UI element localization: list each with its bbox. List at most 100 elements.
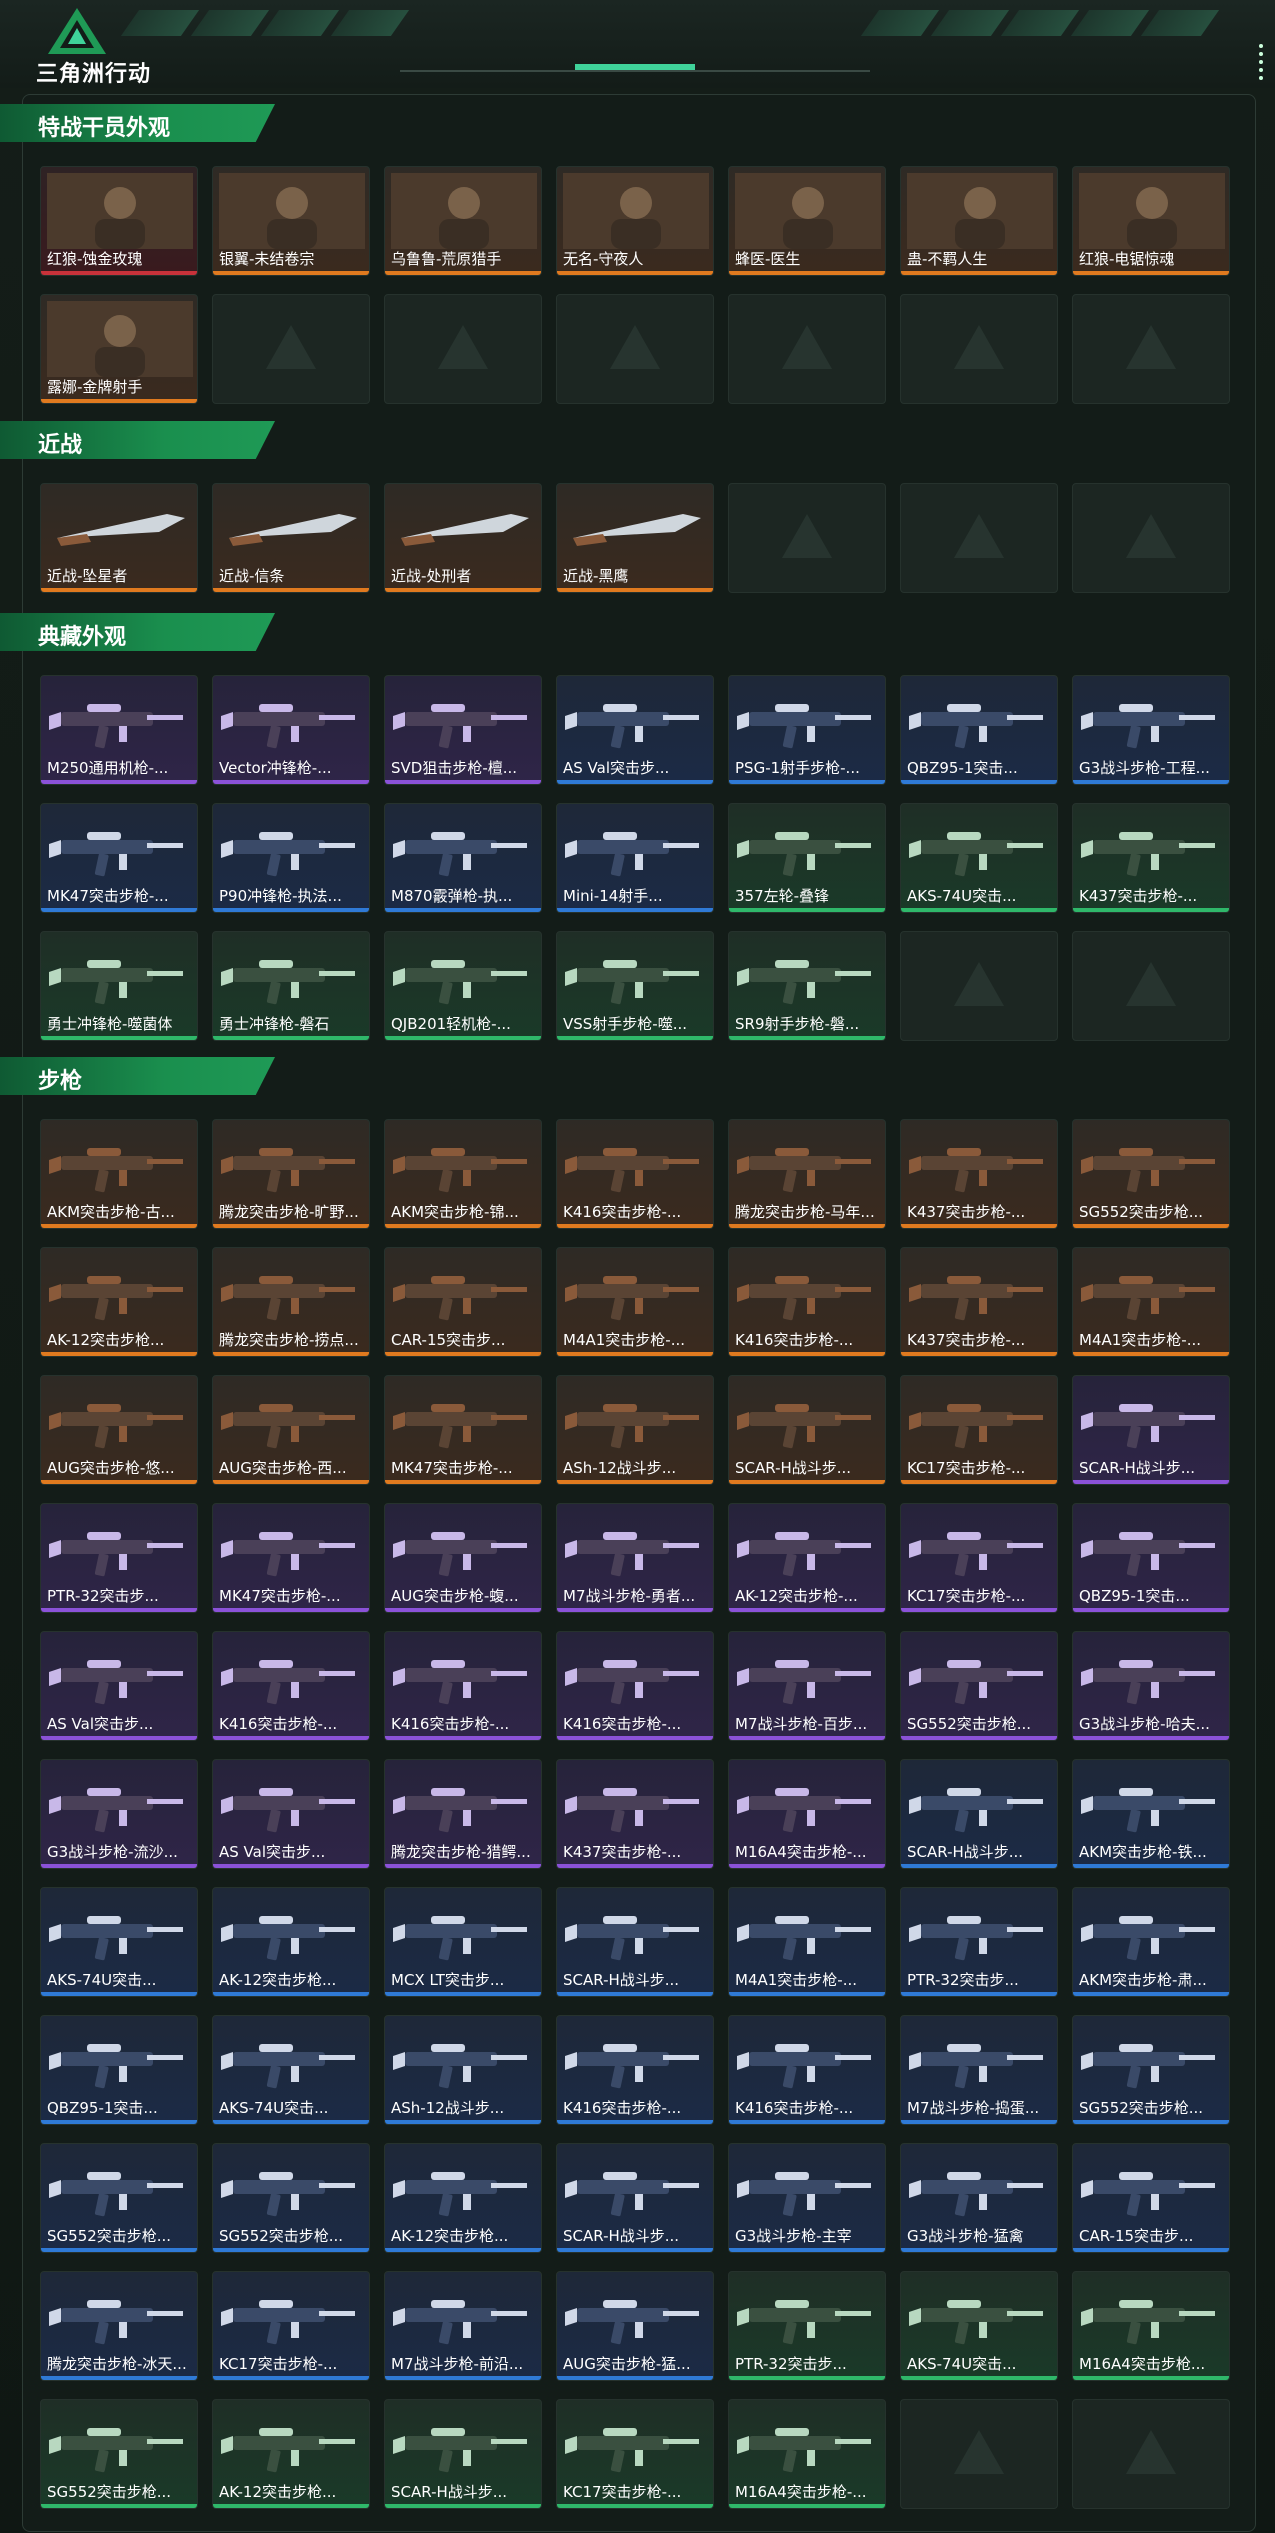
skin-card[interactable]: 勇士冲锋枪-磐石 [212, 931, 370, 1041]
skin-card[interactable]: AUG突击步枪-蝮... [384, 1503, 542, 1613]
skin-card[interactable]: K437突击步枪-... [900, 1119, 1058, 1229]
skin-card[interactable]: 近战-信条 [212, 483, 370, 593]
skin-card[interactable]: 腾龙突击步枪-冰天... [40, 2271, 198, 2381]
skin-card[interactable]: AUG突击步枪-猛... [556, 2271, 714, 2381]
skin-card[interactable]: AUG突击步枪-悠... [40, 1375, 198, 1485]
skin-card[interactable]: 蛊-不羁人生 [900, 166, 1058, 276]
skin-card[interactable]: 蜂医-医生 [728, 166, 886, 276]
skin-card[interactable]: SR9射手步枪-磐... [728, 931, 886, 1041]
skin-card[interactable]: G3战斗步枪-猛禽 [900, 2143, 1058, 2253]
skin-card[interactable]: 近战-坠星者 [40, 483, 198, 593]
skin-card[interactable]: G3战斗步枪-工程... [1072, 675, 1230, 785]
skin-card[interactable]: 无名-守夜人 [556, 166, 714, 276]
skin-card[interactable]: SG552突击步枪... [40, 2143, 198, 2253]
skin-card[interactable]: MK47突击步枪-... [384, 1375, 542, 1485]
skin-card[interactable]: MK47突击步枪-... [40, 803, 198, 913]
skin-card[interactable]: AS Val突击步... [40, 1631, 198, 1741]
skin-card[interactable]: M4A1突击步枪-... [728, 1887, 886, 1997]
skin-card[interactable]: AK-12突击步枪... [212, 1887, 370, 1997]
skin-card[interactable]: 近战-黑鹰 [556, 483, 714, 593]
skin-card[interactable]: 腾龙突击步枪-旷野... [212, 1119, 370, 1229]
skin-card[interactable]: Mini-14射手... [556, 803, 714, 913]
skin-card[interactable]: G3战斗步枪-哈夫... [1072, 1631, 1230, 1741]
skin-card[interactable]: SCAR-H战斗步... [1072, 1375, 1230, 1485]
skin-card[interactable]: MK47突击步枪-... [212, 1503, 370, 1613]
skin-card[interactable]: M4A1突击步枪-... [556, 1247, 714, 1357]
skin-card[interactable]: AKS-74U突击... [212, 2015, 370, 2125]
skin-card[interactable]: ASh-12战斗步... [556, 1375, 714, 1485]
skin-card[interactable]: AKS-74U突击... [40, 1887, 198, 1997]
skin-card[interactable]: KC17突击步枪-... [900, 1503, 1058, 1613]
skin-card[interactable]: AK-12突击步枪-... [728, 1503, 886, 1613]
skin-card[interactable]: AKM突击步枪-肃... [1072, 1887, 1230, 1997]
skin-card[interactable]: 乌鲁鲁-荒原猎手 [384, 166, 542, 276]
skin-card[interactable]: 近战-处刑者 [384, 483, 542, 593]
skin-card[interactable]: KC17突击步枪-... [556, 2399, 714, 2509]
skin-card[interactable]: K416突击步枪-... [728, 2015, 886, 2125]
skin-card[interactable]: 勇士冲锋枪-噬菌体 [40, 931, 198, 1041]
skin-card[interactable]: M16A4突击步枪-... [728, 1759, 886, 1869]
skin-card[interactable]: 腾龙突击步枪-马年... [728, 1119, 886, 1229]
skin-card[interactable]: CAR-15突击步... [384, 1247, 542, 1357]
skin-card[interactable]: SG552突击步枪... [900, 1631, 1058, 1741]
skin-card[interactable]: MCX LT突击步... [384, 1887, 542, 1997]
skin-card[interactable]: SCAR-H战斗步... [728, 1375, 886, 1485]
skin-card[interactable]: P90冲锋枪-执法... [212, 803, 370, 913]
skin-card[interactable]: M16A4突击步枪... [1072, 2271, 1230, 2381]
skin-card[interactable]: SCAR-H战斗步... [556, 1887, 714, 1997]
skin-card[interactable]: K416突击步枪-... [556, 1119, 714, 1229]
skin-card[interactable]: K437突击步枪-... [900, 1247, 1058, 1357]
skin-card[interactable]: 腾龙突击步枪-猎鳄... [384, 1759, 542, 1869]
skin-card[interactable]: AK-12突击步枪... [384, 2143, 542, 2253]
skin-card[interactable]: PTR-32突击步... [728, 2271, 886, 2381]
skin-card[interactable]: AKS-74U突击... [900, 2271, 1058, 2381]
skin-card[interactable]: AKM突击步枪-古... [40, 1119, 198, 1229]
skin-card[interactable]: AUG突击步枪-西... [212, 1375, 370, 1485]
skin-card[interactable]: G3战斗步枪-主宰 [728, 2143, 886, 2253]
skin-card[interactable]: K416突击步枪-... [556, 2015, 714, 2125]
skin-card[interactable]: QJB201轻机枪-... [384, 931, 542, 1041]
skin-card[interactable]: SCAR-H战斗步... [384, 2399, 542, 2509]
skin-card[interactable]: SG552突击步枪... [1072, 1119, 1230, 1229]
skin-card[interactable]: K416突击步枪-... [212, 1631, 370, 1741]
skin-card[interactable]: SVD狙击步枪-檀... [384, 675, 542, 785]
skin-card[interactable]: K416突击步枪-... [728, 1247, 886, 1357]
skin-card[interactable]: K416突击步枪-... [556, 1631, 714, 1741]
skin-card[interactable]: M4A1突击步枪-... [1072, 1247, 1230, 1357]
skin-card[interactable]: KC17突击步枪-... [900, 1375, 1058, 1485]
skin-card[interactable]: M16A4突击步枪-... [728, 2399, 886, 2509]
skin-card[interactable]: SCAR-H战斗步... [900, 1759, 1058, 1869]
skin-card[interactable]: SG552突击步枪... [212, 2143, 370, 2253]
skin-card[interactable]: PTR-32突击步... [900, 1887, 1058, 1997]
skin-card[interactable]: AK-12突击步枪... [212, 2399, 370, 2509]
skin-card[interactable]: K437突击步枪-... [556, 1759, 714, 1869]
skin-card[interactable]: PSG-1射手步枪-... [728, 675, 886, 785]
skin-card[interactable]: K416突击步枪-... [384, 1631, 542, 1741]
skin-card[interactable]: SCAR-H战斗步... [556, 2143, 714, 2253]
skin-card[interactable]: KC17突击步枪-... [212, 2271, 370, 2381]
skin-card[interactable]: SG552突击步枪... [40, 2399, 198, 2509]
skin-card[interactable]: CAR-15突击步... [1072, 2143, 1230, 2253]
skin-card[interactable]: PTR-32突击步... [40, 1503, 198, 1613]
skin-card[interactable]: QBZ95-1突击... [40, 2015, 198, 2125]
skin-card[interactable]: M7战斗步枪-百步... [728, 1631, 886, 1741]
skin-card[interactable]: AS Val突击步... [212, 1759, 370, 1869]
skin-card[interactable]: 露娜-金牌射手 [40, 294, 198, 404]
skin-card[interactable]: AKM突击步枪-铁... [1072, 1759, 1230, 1869]
skin-card[interactable]: Vector冲锋枪-... [212, 675, 370, 785]
skin-card[interactable]: M870霰弹枪-执... [384, 803, 542, 913]
skin-card[interactable]: 腾龙突击步枪-捞点... [212, 1247, 370, 1357]
skin-card[interactable]: 红狼-蚀金玫瑰 [40, 166, 198, 276]
skin-card[interactable]: SG552突击步枪... [1072, 2015, 1230, 2125]
skin-card[interactable]: K437突击步枪-... [1072, 803, 1230, 913]
skin-card[interactable]: QBZ95-1突击... [1072, 1503, 1230, 1613]
skin-card[interactable]: G3战斗步枪-流沙... [40, 1759, 198, 1869]
skin-card[interactable]: M7战斗步枪-捣蛋... [900, 2015, 1058, 2125]
skin-card[interactable]: AKS-74U突击... [900, 803, 1058, 913]
skin-card[interactable]: 357左轮-叠锋 [728, 803, 886, 913]
skin-card[interactable]: 红狼-电锯惊魂 [1072, 166, 1230, 276]
skin-card[interactable]: M7战斗步枪-前沿... [384, 2271, 542, 2381]
skin-card[interactable]: M7战斗步枪-勇者... [556, 1503, 714, 1613]
skin-card[interactable]: QBZ95-1突击... [900, 675, 1058, 785]
skin-card[interactable]: AS Val突击步... [556, 675, 714, 785]
